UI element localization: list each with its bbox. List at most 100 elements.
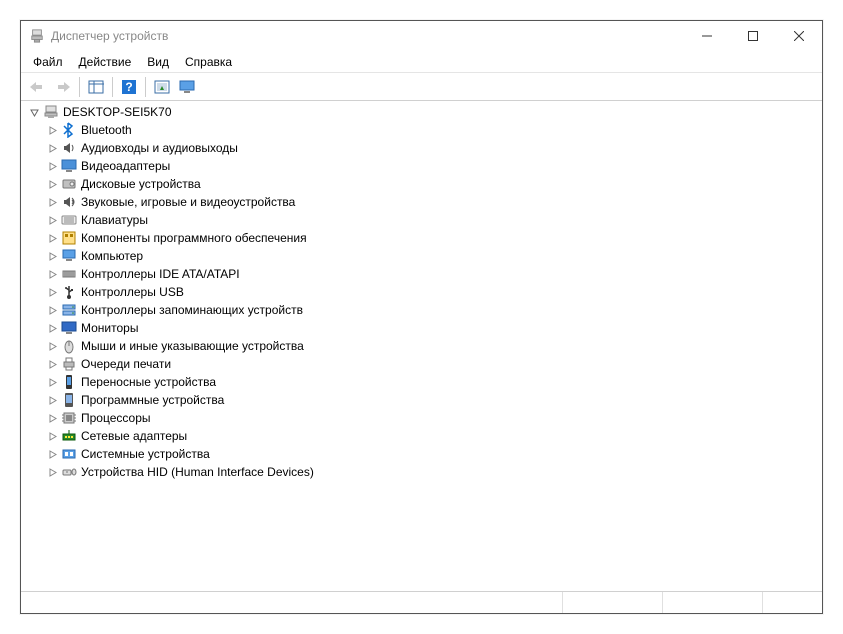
- svg-text:?: ?: [125, 80, 132, 94]
- expand-icon[interactable]: [45, 252, 59, 261]
- expand-icon[interactable]: [45, 144, 59, 153]
- expand-icon[interactable]: [45, 468, 59, 477]
- tree-item[interactable]: Системные устройства: [27, 445, 822, 463]
- tree-item[interactable]: Контроллеры IDE ATA/ATAPI: [27, 265, 822, 283]
- monitor-button[interactable]: [176, 76, 200, 98]
- tree-item-label: Очереди печати: [81, 357, 171, 371]
- tree-item[interactable]: Мониторы: [27, 319, 822, 337]
- menu-file[interactable]: Файл: [25, 53, 71, 71]
- tree-item-label: Аудиовходы и аудиовыходы: [81, 141, 238, 155]
- hid-icon: [61, 464, 77, 480]
- maximize-button[interactable]: [730, 21, 776, 51]
- window-controls: [684, 21, 822, 51]
- tree-item[interactable]: Компоненты программного обеспечения: [27, 229, 822, 247]
- expand-icon[interactable]: [45, 234, 59, 243]
- tree-item[interactable]: Очереди печати: [27, 355, 822, 373]
- back-button[interactable]: [25, 76, 49, 98]
- tree-item-label: Видеоадаптеры: [81, 159, 170, 173]
- tree-root-row[interactable]: DESKTOP-SEI5K70: [27, 103, 822, 121]
- menu-action[interactable]: Действие: [71, 53, 140, 71]
- audio-icon: [61, 140, 77, 156]
- tree-item-label: Устройства HID (Human Interface Devices): [81, 465, 314, 479]
- device-manager-window: Диспетчер устройств Файл Действие Вид Сп…: [20, 20, 823, 614]
- printer-icon: [61, 356, 77, 372]
- tree-item-label: Клавиатуры: [81, 213, 148, 227]
- tree-item[interactable]: Аудиовходы и аудиовыходы: [27, 139, 822, 157]
- toolbar-separator: [112, 77, 113, 97]
- collapse-icon[interactable]: [27, 108, 41, 117]
- forward-button[interactable]: [51, 76, 75, 98]
- toolbar-separator: [79, 77, 80, 97]
- menubar: Файл Действие Вид Справка: [21, 51, 822, 73]
- disk-icon: [61, 176, 77, 192]
- tree-item[interactable]: Компьютер: [27, 247, 822, 265]
- expand-icon[interactable]: [45, 216, 59, 225]
- toolbar: ?: [21, 73, 822, 101]
- mouse-icon: [61, 338, 77, 354]
- minimize-button[interactable]: [684, 21, 730, 51]
- softdev-icon: [61, 392, 77, 408]
- expand-icon[interactable]: [45, 198, 59, 207]
- tree-item[interactable]: Видеоадаптеры: [27, 157, 822, 175]
- expand-icon[interactable]: [45, 432, 59, 441]
- tree-item-label: Звуковые, игровые и видеоустройства: [81, 195, 295, 209]
- system-icon: [61, 446, 77, 462]
- tree-item[interactable]: Bluetooth: [27, 121, 822, 139]
- tree-item-label: Контроллеры USB: [81, 285, 184, 299]
- tree-item-label: Контроллеры IDE ATA/ATAPI: [81, 267, 240, 281]
- network-icon: [61, 428, 77, 444]
- app-icon: [29, 28, 45, 44]
- menu-view[interactable]: Вид: [139, 53, 177, 71]
- tree-item[interactable]: Сетевые адаптеры: [27, 427, 822, 445]
- scan-hardware-button[interactable]: [150, 76, 174, 98]
- tree-item-label: Контроллеры запоминающих устройств: [81, 303, 303, 317]
- tree-item[interactable]: Звуковые, игровые и видеоустройства: [27, 193, 822, 211]
- usb-icon: [61, 284, 77, 300]
- expand-icon[interactable]: [45, 288, 59, 297]
- cpu-icon: [61, 410, 77, 426]
- ide-icon: [61, 266, 77, 282]
- keyboard-icon: [61, 212, 77, 228]
- help-button[interactable]: ?: [117, 76, 141, 98]
- expand-icon[interactable]: [45, 126, 59, 135]
- tree-item[interactable]: Контроллеры USB: [27, 283, 822, 301]
- computer-icon: [43, 104, 59, 120]
- statusbar: [21, 591, 822, 613]
- expand-icon[interactable]: [45, 162, 59, 171]
- expand-icon[interactable]: [45, 342, 59, 351]
- tree-item-label: Переносные устройства: [81, 375, 216, 389]
- expand-icon[interactable]: [45, 378, 59, 387]
- menu-help[interactable]: Справка: [177, 53, 240, 71]
- window-title: Диспетчер устройств: [51, 29, 168, 43]
- portable-icon: [61, 374, 77, 390]
- expand-icon[interactable]: [45, 270, 59, 279]
- close-button[interactable]: [776, 21, 822, 51]
- device-tree[interactable]: DESKTOP-SEI5K70 Bluetooth Аудиовходы и ау…: [21, 101, 822, 591]
- tree-item-label: Дисковые устройства: [81, 177, 201, 191]
- expand-icon[interactable]: [45, 324, 59, 333]
- tree-item[interactable]: Мыши и иные указывающие устройства: [27, 337, 822, 355]
- storage-icon: [61, 302, 77, 318]
- tree-item-label: Мониторы: [81, 321, 138, 335]
- tree-item-label: Системные устройства: [81, 447, 210, 461]
- show-hide-tree-button[interactable]: [84, 76, 108, 98]
- tree-root-label: DESKTOP-SEI5K70: [63, 105, 172, 119]
- titlebar: Диспетчер устройств: [21, 21, 822, 51]
- sound-icon: [61, 194, 77, 210]
- expand-icon[interactable]: [45, 396, 59, 405]
- expand-icon[interactable]: [45, 180, 59, 189]
- expand-icon[interactable]: [45, 450, 59, 459]
- tree-item[interactable]: Дисковые устройства: [27, 175, 822, 193]
- expand-icon[interactable]: [45, 360, 59, 369]
- tree-item[interactable]: Клавиатуры: [27, 211, 822, 229]
- expand-icon[interactable]: [45, 414, 59, 423]
- tree-item[interactable]: Программные устройства: [27, 391, 822, 409]
- tree-item[interactable]: Процессоры: [27, 409, 822, 427]
- tree-item[interactable]: Контроллеры запоминающих устройств: [27, 301, 822, 319]
- tree-item-label: Сетевые адаптеры: [81, 429, 187, 443]
- display-icon: [61, 158, 77, 174]
- tree-item[interactable]: Устройства HID (Human Interface Devices): [27, 463, 822, 481]
- computer-icon: [61, 248, 77, 264]
- tree-item[interactable]: Переносные устройства: [27, 373, 822, 391]
- expand-icon[interactable]: [45, 306, 59, 315]
